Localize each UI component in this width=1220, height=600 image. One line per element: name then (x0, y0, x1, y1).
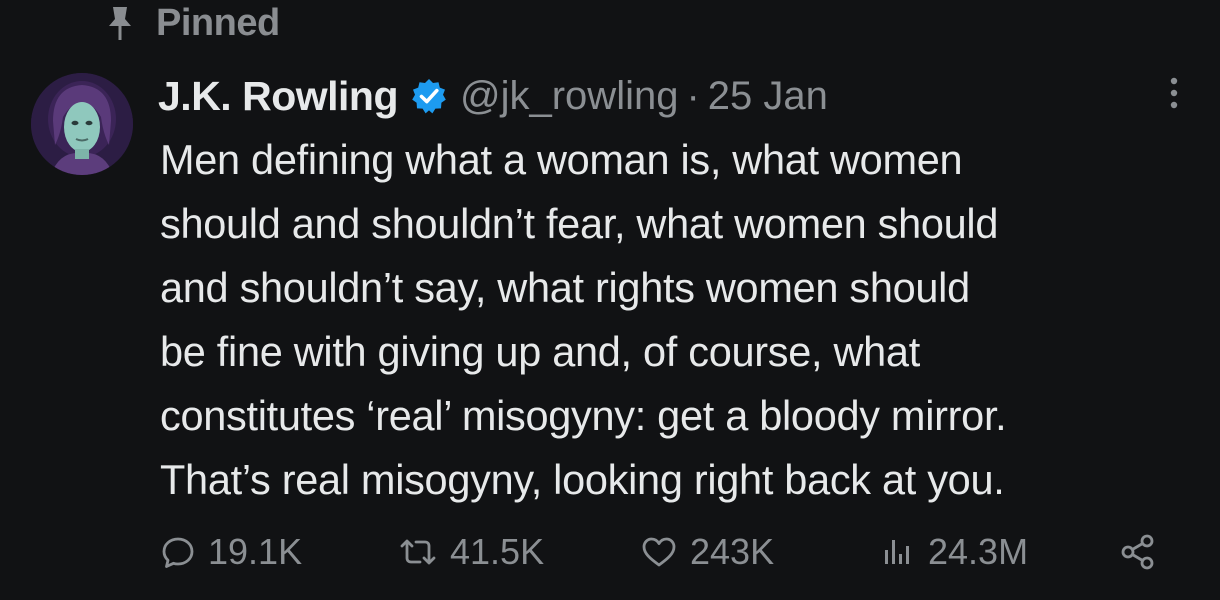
views-button[interactable]: 24.3M (880, 520, 1028, 584)
avatar[interactable] (31, 73, 133, 175)
share-icon (1118, 532, 1158, 572)
tweet-text-line: be fine with giving up and, of course, w… (160, 328, 920, 375)
tweet-text-line: and shouldn’t say, what rights women sho… (160, 264, 970, 311)
tweet-header: J.K. Rowling @jk_rowling · 25 Jan (158, 69, 828, 123)
retweet-count: 41.5K (450, 531, 545, 572)
tweet-date[interactable]: 25 Jan (708, 74, 828, 119)
pinned-label: Pinned (156, 1, 280, 44)
more-options-icon[interactable] (1157, 76, 1191, 110)
retweet-icon (398, 534, 438, 570)
like-count: 243K (690, 531, 775, 572)
pinned-indicator: Pinned (100, 0, 280, 46)
tweet-text-line: Men defining what a woman is, what women (160, 136, 963, 183)
views-count: 24.3M (928, 531, 1029, 572)
reply-count: 19.1K (208, 531, 303, 572)
share-button[interactable] (1118, 520, 1170, 584)
heart-icon (640, 534, 678, 570)
retweet-button[interactable]: 41.5K (398, 520, 544, 584)
tweet-text-line: constitutes ‘real’ misogyny: get a blood… (160, 392, 1007, 439)
like-button[interactable]: 243K (640, 520, 774, 584)
reply-button[interactable]: 19.1K (160, 520, 302, 584)
author-name[interactable]: J.K. Rowling (158, 73, 399, 120)
separator-dot: · (686, 73, 700, 118)
tweet-actions: 19.1K 41.5K 243K 24.3M (0, 520, 1220, 584)
reply-icon (160, 534, 196, 570)
verified-badge-icon (410, 76, 450, 116)
tweet-text: Men defining what a woman is, what women… (160, 128, 1200, 512)
tweet-text-line: should and shouldn’t fear, what women sh… (160, 200, 999, 247)
pin-icon (100, 3, 140, 43)
tweet-text-line: That’s real misogyny, looking right back… (160, 456, 1005, 503)
author-handle[interactable]: @jk_rowling (460, 74, 678, 119)
views-chart-icon (880, 534, 916, 570)
